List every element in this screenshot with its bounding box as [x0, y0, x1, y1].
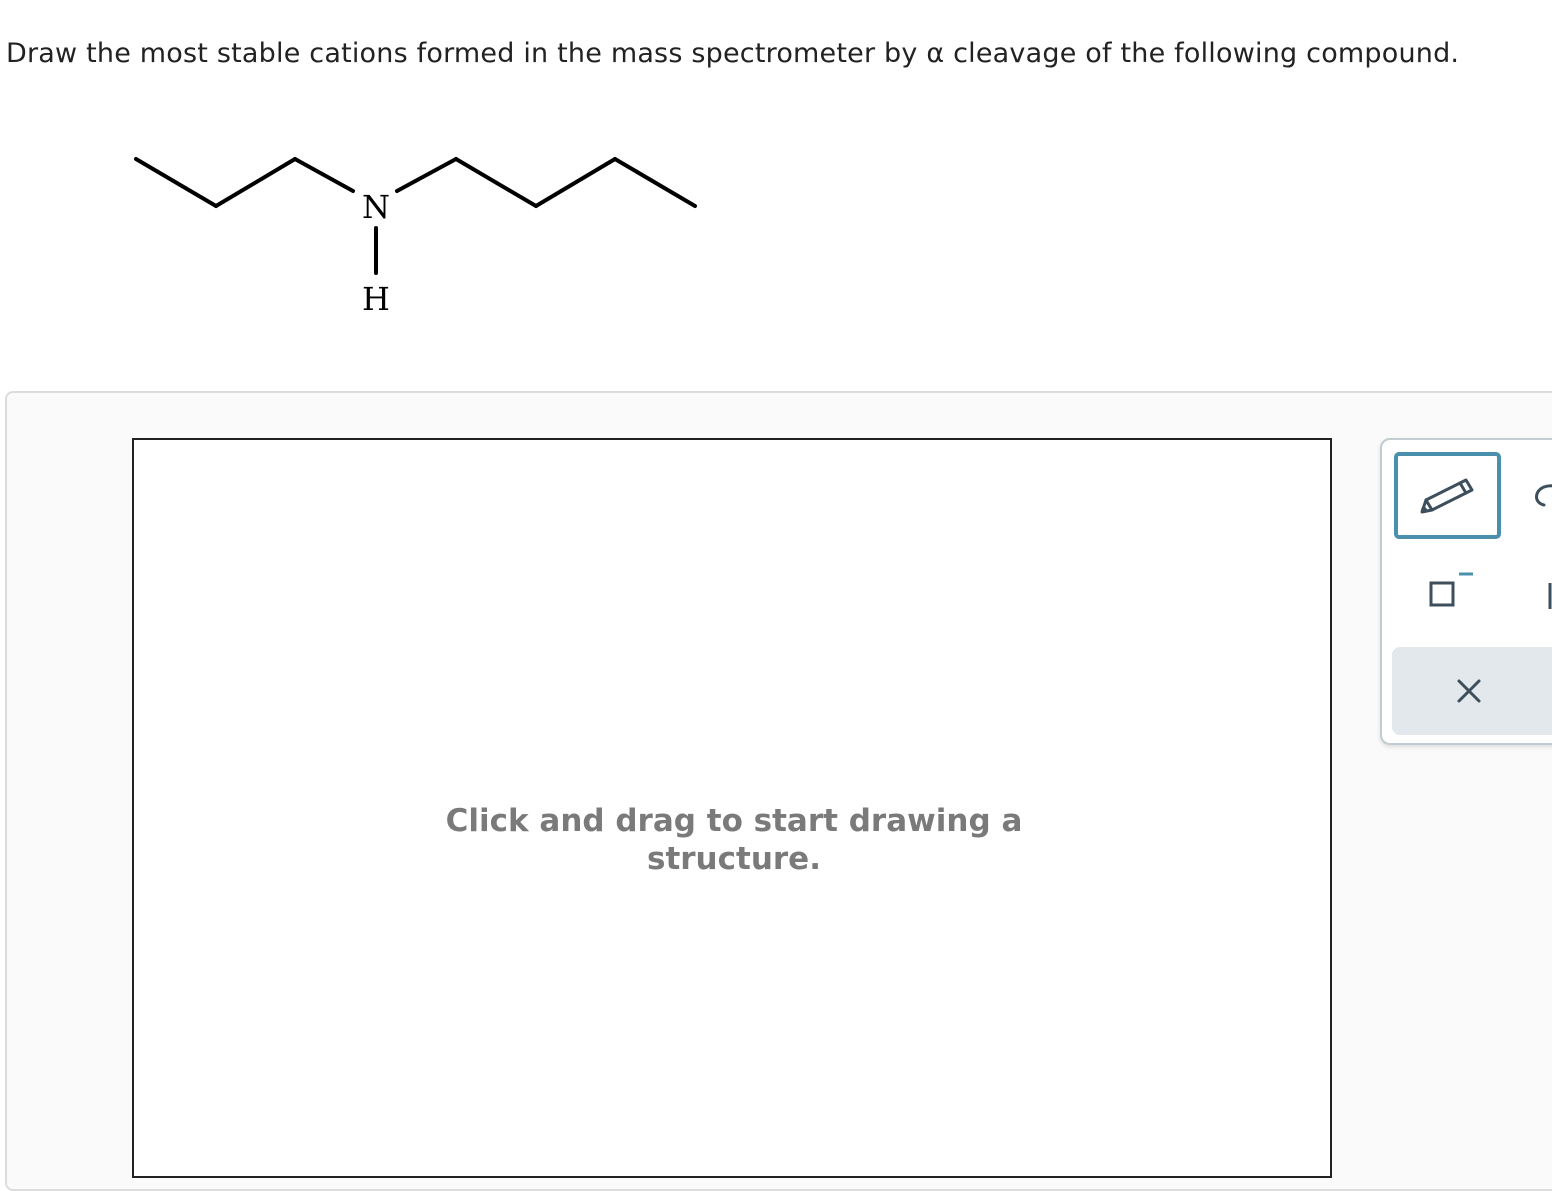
bracket-icon [1548, 583, 1552, 609]
bond [134, 157, 218, 208]
charge-tool-button[interactable] [1412, 564, 1482, 614]
canvas-placeholder-text: Click and drag to start drawing a struct… [445, 803, 1023, 877]
bond [214, 157, 297, 208]
bracket-tool-button[interactable] [1532, 570, 1552, 620]
bond [534, 157, 617, 208]
pencil-tool-button[interactable] [1394, 452, 1501, 539]
lasso-icon [1535, 484, 1552, 507]
pencil-icon [1420, 478, 1473, 513]
nitrogen-atom-label: N [362, 188, 390, 226]
bond [395, 157, 458, 193]
clear-button[interactable] [1392, 647, 1552, 735]
hydrogen-atom-label: H [362, 280, 390, 318]
bond [454, 157, 538, 208]
molecule-structure: N H [134, 157, 697, 318]
bond [613, 157, 697, 208]
drawing-toolbar [1380, 438, 1552, 745]
close-icon [1457, 679, 1481, 703]
bond [293, 157, 355, 193]
lasso-tool-button[interactable] [1522, 470, 1552, 520]
charge-icon [1429, 572, 1473, 607]
